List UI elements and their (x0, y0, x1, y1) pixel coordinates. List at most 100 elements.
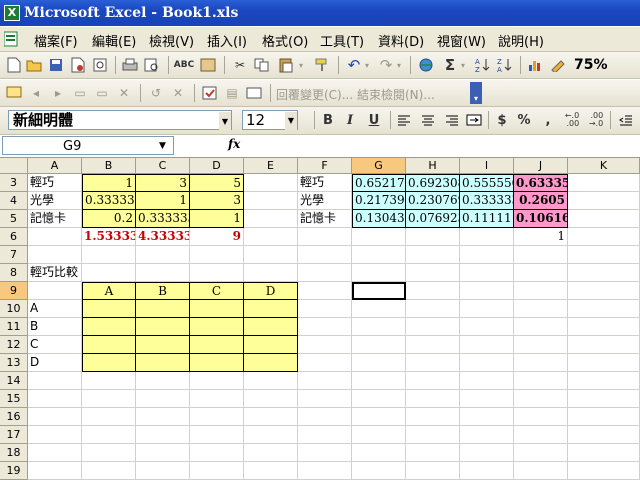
cell-g16[interactable] (352, 408, 406, 426)
cell-j6[interactable]: 1 (514, 228, 568, 246)
cell-i15[interactable] (460, 390, 514, 408)
cell-g18[interactable] (352, 444, 406, 462)
cell-b19[interactable] (82, 462, 136, 480)
cell-b7[interactable] (82, 246, 136, 264)
row-header-4[interactable]: 4 (0, 192, 28, 210)
row-header-15[interactable]: 15 (0, 390, 28, 408)
excel-app-icon[interactable]: X (4, 5, 20, 21)
cell-d11[interactable] (190, 318, 244, 336)
cell-b17[interactable] (82, 426, 136, 444)
cell-g17[interactable] (352, 426, 406, 444)
cell-k12[interactable] (568, 336, 640, 354)
paste-icon[interactable] (276, 55, 296, 75)
column-header-j[interactable]: J (514, 158, 568, 174)
cell-k7[interactable] (568, 246, 640, 264)
cell-e8[interactable] (244, 264, 298, 282)
cell-e9[interactable]: D (244, 282, 298, 300)
cell-k14[interactable] (568, 372, 640, 390)
cell-g6[interactable] (352, 228, 406, 246)
cell-f4[interactable]: 光學 (298, 192, 352, 210)
save-icon[interactable] (46, 55, 66, 75)
cell-b14[interactable] (82, 372, 136, 390)
cell-k8[interactable] (568, 264, 640, 282)
cell-j3[interactable]: 0.63335 (514, 174, 568, 192)
cell-h19[interactable] (406, 462, 460, 480)
cell-a5[interactable]: 記憶卡 (28, 210, 82, 228)
cell-d7[interactable] (190, 246, 244, 264)
cell-e4[interactable] (244, 192, 298, 210)
cell-c8[interactable] (136, 264, 190, 282)
cell-j5[interactable]: 0.10616 (514, 210, 568, 228)
cell-a9[interactable] (28, 282, 82, 300)
cell-h8[interactable] (406, 264, 460, 282)
cell-c16[interactable] (136, 408, 190, 426)
cell-b6[interactable]: 1.53333 (82, 228, 136, 246)
open-icon[interactable] (24, 55, 44, 75)
cell-f6[interactable] (298, 228, 352, 246)
cell-f15[interactable] (298, 390, 352, 408)
currency-button[interactable]: $ (492, 110, 512, 130)
cell-h12[interactable] (406, 336, 460, 354)
cell-h14[interactable] (406, 372, 460, 390)
cell-b15[interactable] (82, 390, 136, 408)
cell-c14[interactable] (136, 372, 190, 390)
cell-a17[interactable] (28, 426, 82, 444)
column-header-g[interactable]: G (352, 158, 406, 174)
reviewing-pane-icon[interactable] (200, 83, 220, 103)
column-header-b[interactable]: B (82, 158, 136, 174)
cell-h6[interactable] (406, 228, 460, 246)
cell-f12[interactable] (298, 336, 352, 354)
cell-j8[interactable] (514, 264, 568, 282)
menu-view[interactable]: 檢視(V) (149, 31, 194, 50)
row-header-12[interactable]: 12 (0, 336, 28, 354)
column-header-a[interactable]: A (28, 158, 82, 174)
cell-d13[interactable] (190, 354, 244, 372)
align-left-icon[interactable] (394, 110, 414, 130)
cell-h17[interactable] (406, 426, 460, 444)
row-header-19[interactable]: 19 (0, 462, 28, 480)
cell-f3[interactable]: 輕巧 (298, 174, 352, 192)
cell-i9[interactable] (460, 282, 514, 300)
cell-j16[interactable] (514, 408, 568, 426)
formula-input[interactable] (248, 136, 638, 155)
cell-j9[interactable] (514, 282, 568, 300)
cell-c6[interactable]: 4.33333 (136, 228, 190, 246)
cut-icon[interactable]: ✂ (230, 55, 250, 75)
hyperlink-icon[interactable] (416, 55, 436, 75)
cell-d12[interactable] (190, 336, 244, 354)
row-header-9[interactable]: 9 (0, 282, 28, 300)
cell-c18[interactable] (136, 444, 190, 462)
zoom-level[interactable]: 75% (574, 57, 608, 73)
cell-a15[interactable] (28, 390, 82, 408)
cell-b9[interactable]: A (82, 282, 136, 300)
cell-h16[interactable] (406, 408, 460, 426)
new-icon[interactable] (4, 55, 24, 75)
cell-b13[interactable] (82, 354, 136, 372)
cell-i19[interactable] (460, 462, 514, 480)
cell-b16[interactable] (82, 408, 136, 426)
new-comment-icon[interactable] (4, 83, 24, 103)
merge-center-icon[interactable] (464, 110, 484, 130)
cell-h5[interactable]: 0.076923 (406, 210, 460, 228)
cell-i5[interactable]: 0.111111 (460, 210, 514, 228)
cell-a12[interactable]: C (28, 336, 82, 354)
cell-g13[interactable] (352, 354, 406, 372)
research-icon[interactable] (198, 55, 218, 75)
search-icon[interactable] (142, 55, 162, 75)
column-header-k[interactable]: K (568, 158, 640, 174)
send-icon[interactable] (244, 83, 264, 103)
update-file-icon[interactable]: ▤ (222, 83, 242, 103)
cell-a3[interactable]: 輕巧 (28, 174, 82, 192)
paste-dropdown-icon[interactable]: ▾ (296, 55, 306, 75)
cell-j11[interactable] (514, 318, 568, 336)
cell-f8[interactable] (298, 264, 352, 282)
cell-k13[interactable] (568, 354, 640, 372)
cell-g11[interactable] (352, 318, 406, 336)
cell-b8[interactable] (82, 264, 136, 282)
cell-k3[interactable] (568, 174, 640, 192)
column-header-e[interactable]: E (244, 158, 298, 174)
cell-e15[interactable] (244, 390, 298, 408)
insert-function-button[interactable]: fx (228, 137, 240, 151)
italic-button[interactable]: I (340, 110, 360, 130)
cell-f16[interactable] (298, 408, 352, 426)
